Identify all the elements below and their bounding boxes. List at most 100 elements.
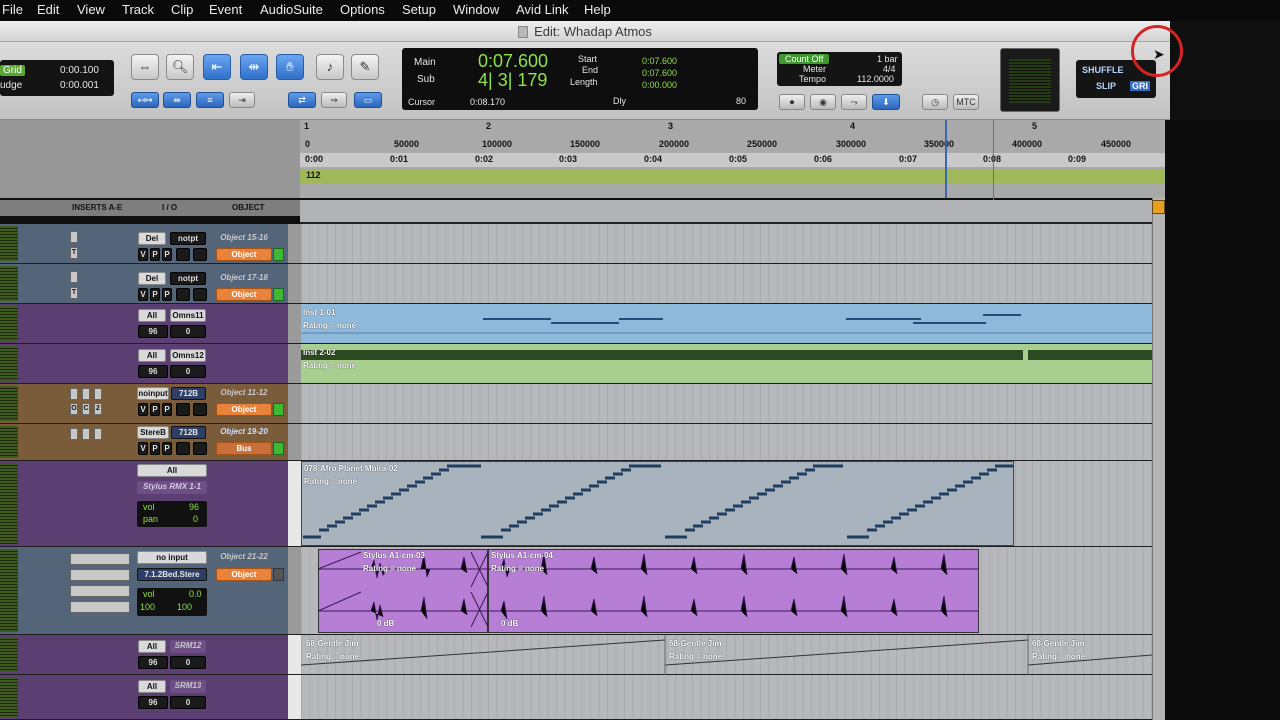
mute-button[interactable] [193, 248, 207, 261]
p-button[interactable]: P [162, 403, 172, 416]
object-label[interactable]: Object 11-12 [216, 387, 272, 400]
inserts-header[interactable]: INSERTS A-E [72, 203, 122, 212]
object-button[interactable]: Object [216, 248, 272, 261]
grid-label[interactable]: Grid [0, 65, 25, 76]
volume-value[interactable]: 96 [138, 656, 168, 669]
track-toggle[interactable] [82, 428, 90, 440]
menu-setup[interactable]: Setup [402, 2, 436, 17]
menu-event[interactable]: Event [209, 2, 242, 17]
bus-button[interactable]: Bus [216, 442, 272, 455]
link-timeline-icon[interactable]: ⇄ [288, 92, 316, 108]
track-lane[interactable]: 68-Gentle Jim Rating = none 68-Gentle Ji… [301, 635, 1152, 675]
input-selector[interactable]: All [138, 680, 166, 693]
object-label[interactable]: Object 17-18 [216, 272, 272, 285]
menu-avid-link[interactable]: Avid Link [516, 2, 569, 17]
pan-value[interactable]: 0 [193, 514, 198, 524]
plugin-slot[interactable]: Stylus RMX 1-1 [137, 481, 207, 494]
input-selector[interactable]: StereB [137, 426, 169, 439]
pan-left-value[interactable]: 100 [140, 602, 155, 612]
track-toggle[interactable]: T [70, 247, 78, 259]
track-lane[interactable]: 078-Afro Planet Mbira-02 Rating = none [301, 461, 1152, 546]
midi-merge-icon[interactable]: ⤳ [841, 94, 867, 110]
p-button[interactable]: P [150, 403, 160, 416]
object-button[interactable]: Object [216, 568, 272, 581]
tempo-value[interactable]: 112.0000 [857, 74, 894, 84]
mute-button[interactable] [193, 403, 207, 416]
clip-name[interactable]: Stylus A1-cm-03 [363, 551, 425, 560]
insertion-follows-icon[interactable]: ▭ [354, 92, 382, 108]
samples-ruler[interactable]: 0 50000 100000 150000 200000 250000 3000… [300, 138, 1165, 152]
pan-value[interactable]: 0 [170, 365, 206, 378]
input-selector[interactable]: All [137, 464, 207, 477]
menu-file[interactable]: File [2, 2, 23, 17]
object-button[interactable]: Object [216, 403, 272, 416]
menu-view[interactable]: View [77, 2, 105, 17]
clip-gain[interactable]: 0 dB [377, 619, 394, 628]
v-button[interactable]: V [138, 442, 148, 455]
pencil-tool-icon[interactable]: ✎ [351, 54, 379, 80]
tracks-menu-icon[interactable] [1152, 200, 1165, 214]
clip-name[interactable]: 68-Gentle Jim [1032, 639, 1084, 648]
p-button[interactable]: P [162, 288, 172, 301]
clip-name[interactable]: Inst 2-02 [303, 348, 335, 357]
tempo-ruler[interactable]: 112 [300, 169, 1165, 183]
p-button[interactable]: P [162, 248, 172, 261]
vol-value[interactable]: 96 [189, 502, 199, 512]
menu-options[interactable]: Options [340, 2, 385, 17]
start-value[interactable]: 0:07.600 [642, 56, 677, 66]
zoom-preset-2-icon[interactable]: ⇹ [163, 92, 191, 108]
link-track-icon[interactable]: ⇒ [321, 92, 347, 108]
track-toggle[interactable] [94, 428, 102, 440]
zoom-preset-4-icon[interactable]: ⇥ [229, 92, 255, 108]
online-icon[interactable]: ◷ [922, 94, 948, 110]
track-lane[interactable] [301, 424, 1152, 460]
record-button[interactable] [176, 442, 190, 455]
zoom-preset-1-icon[interactable]: ↤↦ [131, 92, 159, 108]
output-selector[interactable]: 712B [171, 387, 206, 400]
output-selector[interactable]: notpt [170, 272, 206, 285]
count-off-bars[interactable]: 1 bar [877, 54, 898, 64]
pan-value[interactable]: 0 [170, 696, 206, 709]
grid-value[interactable]: 0:00.100 [60, 65, 99, 76]
output-selector[interactable]: SRM13 [170, 680, 206, 693]
vertical-scrollbar[interactable] [1152, 198, 1165, 720]
menu-window[interactable]: Window [453, 2, 499, 17]
p-button[interactable]: P [150, 442, 160, 455]
p-button[interactable]: P [150, 288, 160, 301]
track-lane[interactable] [301, 224, 1152, 263]
selector-tool-icon[interactable]: ⇹ [240, 54, 268, 80]
track-lane[interactable]: Stylus A1-cm-03 Rating = none Stylus A1-… [301, 547, 1152, 634]
output-selector[interactable]: 7.1.2Bed.Stere [137, 568, 207, 581]
object-header[interactable]: OBJECT [232, 203, 264, 212]
v-button[interactable]: V [138, 403, 148, 416]
piano-keyboard[interactable] [288, 461, 301, 546]
insert-slot[interactable] [70, 553, 130, 565]
menu-edit[interactable]: Edit [37, 2, 59, 17]
object-label[interactable]: Object 15-16 [216, 232, 272, 245]
track-lane[interactable] [301, 384, 1152, 423]
volume-value[interactable]: 96 [138, 325, 168, 338]
zoomer-tool-icon[interactable]: 🔍︎ [166, 54, 194, 80]
slip-mode-button[interactable]: SLIP [1096, 81, 1116, 91]
output-selector[interactable]: Omns12 [170, 349, 206, 362]
input-selector[interactable]: All [138, 309, 166, 322]
track-toggle[interactable]: T [70, 287, 78, 299]
track-lane[interactable] [301, 264, 1152, 303]
volume-value[interactable]: 96 [138, 696, 168, 709]
zoom-preset-3-icon[interactable]: ≡ [196, 92, 224, 108]
record-button[interactable] [176, 248, 190, 261]
insert-slot[interactable] [70, 585, 130, 597]
output-selector[interactable]: SRM12 [170, 640, 206, 653]
grid-mode-button[interactable]: GRI [1130, 81, 1151, 91]
insert-slot[interactable] [70, 569, 130, 581]
input-selector[interactable]: Del [138, 232, 166, 245]
mtc-button[interactable]: MTC [953, 94, 979, 110]
pan-value[interactable]: 0 [170, 656, 206, 669]
v-button[interactable]: V [138, 248, 148, 261]
track-toggle[interactable] [70, 271, 78, 283]
record-button[interactable] [176, 288, 190, 301]
object-label[interactable]: Object 21-22 [216, 551, 272, 564]
main-counter-value[interactable]: 0:07.600 [478, 51, 548, 72]
vol-value[interactable]: 0.0 [189, 589, 202, 599]
track-toggle[interactable] [82, 388, 90, 400]
